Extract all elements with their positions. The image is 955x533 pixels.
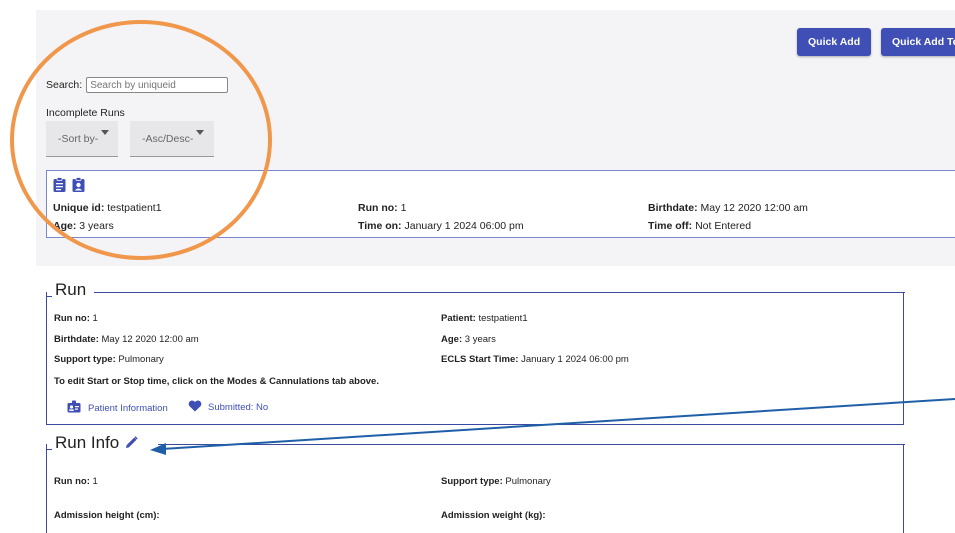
run-no-field: Run no: 1 [54, 476, 98, 487]
support-type-field: Support type: Pulmonary [441, 476, 551, 487]
ecls-start-field: ECLS Start Time: January 1 2024 06:00 pm [441, 354, 629, 365]
chevron-down-icon [101, 130, 109, 135]
run-info-section: Run Info Run no: 1 Support type: Pulmona… [46, 433, 905, 533]
time-off-field: Time off: Not Entered [648, 220, 752, 232]
heart-icon [188, 400, 202, 415]
time-on-field: Time on: January 1 2024 06:00 pm [358, 220, 524, 232]
support-type-field: Support type: Pulmonary [54, 354, 164, 365]
submitted-status-link[interactable]: Submitted: No [188, 400, 268, 415]
edit-note: To edit Start or Stop time, click on the… [54, 376, 379, 387]
order-select[interactable]: -Asc/Desc- [130, 121, 214, 157]
search-input[interactable] [86, 77, 229, 93]
incomplete-run-card[interactable]: Unique id: testpatient1 Age: 3 years Run… [46, 170, 955, 238]
submitted-status-label: Submitted: No [208, 402, 269, 413]
run-section: Run Run no: 1 Patient: testpatient1 Birt… [46, 280, 905, 425]
id-badge-icon [67, 400, 81, 416]
admission-weight-field: Admission weight (kg): [441, 510, 546, 521]
age-field: Age: 3 years [441, 334, 496, 345]
age-field: Age: 3 years [53, 220, 114, 232]
run-info-title: Run Info [55, 433, 120, 452]
order-value: -Asc/Desc- [142, 132, 194, 145]
search-label: Search: [46, 79, 83, 91]
quick-add-test-button[interactable]: Quick Add Tes [881, 28, 955, 56]
sort-by-value: -Sort by- [58, 132, 99, 145]
run-section-title: Run [55, 280, 87, 299]
search-row: Search: [46, 77, 229, 93]
sort-by-select[interactable]: -Sort by- [46, 121, 118, 157]
patient-information-link[interactable]: Patient Information [67, 400, 168, 416]
clipboard-list-icon[interactable] [53, 177, 66, 195]
run-no-field: Run no: 1 [54, 313, 98, 324]
run-info-legend: Run Info [46, 432, 905, 454]
admission-height-field: Admission height (cm): [54, 510, 160, 521]
run-section-legend: Run [46, 280, 905, 300]
unique-id-field: Unique id: testpatient1 [53, 202, 162, 214]
pencil-icon[interactable] [125, 434, 138, 454]
chevron-down-icon [196, 130, 204, 135]
quick-add-button[interactable]: Quick Add [797, 28, 872, 56]
patient-information-label: Patient Information [88, 402, 168, 414]
birthdate-field: Birthdate: May 12 2020 12:00 am [54, 334, 199, 345]
birthdate-field: Birthdate: May 12 2020 12:00 am [648, 202, 808, 214]
run-no-field: Run no: 1 [358, 202, 407, 214]
patient-field: Patient: testpatient1 [441, 313, 528, 324]
clipboard-user-icon[interactable] [72, 177, 85, 195]
incomplete-runs-title: Incomplete Runs [46, 107, 125, 119]
